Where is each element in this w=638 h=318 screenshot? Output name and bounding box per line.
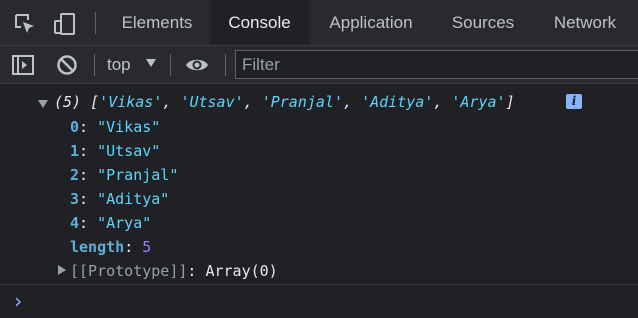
toolbar-divider [170, 54, 171, 76]
array-count: (5) [54, 93, 82, 111]
console-toolbar: top Filter [0, 46, 638, 84]
tab-elements[interactable]: Elements [106, 0, 208, 45]
triangle-down-icon[interactable] [38, 100, 48, 108]
tab-application[interactable]: Application [313, 0, 429, 45]
prototype-value: Array(0) [205, 262, 278, 280]
entry-value: "Utsav" [97, 142, 161, 160]
devtools-tab-bar: Elements Console Application Sources Net… [0, 0, 638, 46]
device-toolbar-icon[interactable] [53, 12, 77, 36]
summary-item: 'Arya' [451, 93, 506, 111]
entry-key: 4 [70, 214, 80, 232]
prototype-entry[interactable]: [[Prototype]]: Array(0) [70, 260, 278, 282]
array-entry: 3: "Aditya" [70, 190, 170, 208]
array-entry: 2: "Pranjal" [70, 166, 179, 184]
entry-key: 0 [70, 118, 80, 136]
triangle-right-icon[interactable] [58, 265, 66, 275]
array-summary[interactable]: (5) ['Vikas', 'Utsav', 'Pranjal', 'Adity… [54, 91, 515, 113]
summary-item: 'Utsav' [180, 93, 244, 111]
tab-sources[interactable]: Sources [441, 0, 525, 45]
tab-divider [95, 12, 96, 34]
prototype-key: [[Prototype]] [70, 262, 188, 280]
summary-item: 'Aditya' [361, 93, 434, 111]
entry-value: "Aditya" [97, 190, 170, 208]
entry-key: 1 [70, 142, 80, 160]
clear-console-icon[interactable] [55, 53, 79, 77]
eye-icon[interactable] [185, 53, 209, 77]
length-key: length [70, 238, 125, 256]
chevron-right-icon: › [12, 289, 25, 313]
console-prompt-row[interactable]: › [0, 284, 638, 318]
entry-value: "Arya" [97, 214, 152, 232]
entry-key: 3 [70, 190, 80, 208]
console-output: (5) ['Vikas', 'Utsav', 'Pranjal', 'Adity… [0, 84, 638, 284]
info-icon[interactable]: i [566, 94, 582, 109]
array-entry: 0: "Vikas" [70, 118, 161, 136]
chevron-down-icon[interactable] [146, 59, 156, 67]
summary-item: 'Pranjal' [261, 93, 343, 111]
entry-value: "Vikas" [97, 118, 161, 136]
array-entry: 4: "Arya" [70, 214, 152, 232]
tab-console[interactable]: Console [210, 0, 309, 45]
inspect-element-icon[interactable] [13, 12, 37, 36]
toolbar-divider [225, 54, 226, 76]
tab-network[interactable]: Network [540, 0, 630, 45]
length-entry: length: 5 [70, 238, 152, 256]
context-selector[interactable]: top [107, 46, 131, 83]
toolbar-divider [94, 54, 95, 76]
entry-key: 2 [70, 166, 80, 184]
filter-input[interactable]: Filter [235, 50, 638, 79]
length-value: 5 [142, 238, 152, 256]
array-entry: 1: "Utsav" [70, 142, 161, 160]
sidebar-toggle-icon[interactable] [11, 53, 35, 77]
entry-value: "Pranjal" [97, 166, 179, 184]
summary-item: 'Vikas' [99, 93, 163, 111]
